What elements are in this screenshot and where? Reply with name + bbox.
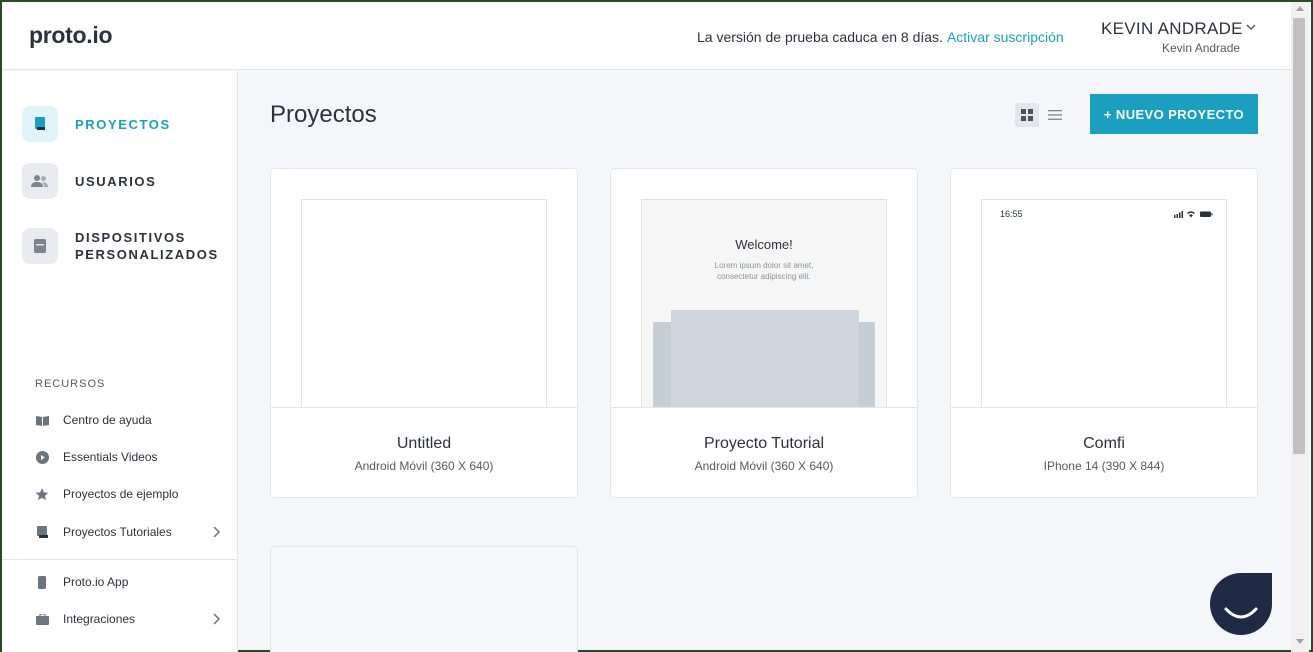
resource-essentials-videos[interactable]: Essentials Videos xyxy=(35,446,225,468)
project-name: Untitled xyxy=(396,435,452,452)
book-icon xyxy=(35,525,49,539)
scroll-up-arrow-icon[interactable] xyxy=(1296,6,1304,11)
briefcase-icon xyxy=(35,612,49,626)
resource-label: Essentials Videos xyxy=(63,450,158,464)
project-device: IPhone 14 (390 X 844) xyxy=(1043,459,1165,473)
sidebar-item-label: USUARIOS xyxy=(75,173,157,189)
list-view-button[interactable] xyxy=(1043,103,1067,127)
resource-tutorial-projects[interactable]: Proyectos Tutoriales xyxy=(35,521,225,543)
preview-title: Welcome! xyxy=(735,237,793,252)
chevron-right-icon xyxy=(213,613,221,625)
project-name: Proyecto Tutorial xyxy=(703,435,825,452)
card-divider xyxy=(951,407,1257,408)
device-icon xyxy=(22,228,58,264)
list-icon xyxy=(1048,110,1062,120)
sidebar: PROYECTOS USUARIOS DISPOSITIVOS PERSONAL… xyxy=(2,71,238,652)
resource-example-projects[interactable]: Proyectos de ejemplo xyxy=(35,483,225,505)
trial-notice: La versión de prueba caduca en 8 días. Ac… xyxy=(697,29,1064,45)
sidebar-divider xyxy=(2,559,238,560)
project-card-placeholder[interactable] xyxy=(270,546,578,652)
chat-widget-button[interactable] xyxy=(1210,573,1272,635)
page-scrollbar[interactable] xyxy=(1291,2,1309,652)
resource-protoio-app[interactable]: Proto.io App xyxy=(35,571,225,593)
trial-text: La versión de prueba caduca en 8 días. xyxy=(697,29,943,45)
grid-view-button[interactable] xyxy=(1015,103,1039,127)
resource-label: Proyectos de ejemplo xyxy=(63,487,179,501)
preview-image-placeholder xyxy=(671,310,859,407)
chevron-right-icon xyxy=(213,526,221,538)
resources-heading: RECURSOS xyxy=(35,378,106,390)
ios-status-icons xyxy=(1174,211,1213,218)
top-header: proto.io La versión de prueba caduca en … xyxy=(2,2,1291,70)
resource-label: Proto.io App xyxy=(63,575,129,589)
project-card-comfi[interactable]: 16:55 Comfi IPhone 14 (390 X 844) xyxy=(950,168,1258,498)
resource-help-center[interactable]: Centro de ayuda xyxy=(35,409,225,431)
chat-smile-icon xyxy=(1224,607,1258,619)
project-preview: Welcome! Lorem ipsum dolor sit amet, con… xyxy=(641,199,887,407)
sidebar-item-usuarios[interactable]: USUARIOS xyxy=(22,163,215,199)
sidebar-item-label: PROYECTOS xyxy=(75,116,171,132)
preview-text: Lorem ipsum dolor sit amet, consectetur … xyxy=(714,261,814,281)
sidebar-item-proyectos[interactable]: PROYECTOS xyxy=(22,106,215,142)
user-menu-name[interactable]: KEVIN ANDRADE xyxy=(1101,19,1243,39)
scrollbar-thumb[interactable] xyxy=(1293,18,1305,454)
resource-label: Centro de ayuda xyxy=(63,413,152,427)
open-book-icon xyxy=(35,413,49,427)
project-preview: 16:55 xyxy=(981,199,1227,407)
chevron-down-icon[interactable] xyxy=(1244,20,1258,34)
users-icon xyxy=(22,163,58,199)
user-account-name: Kevin Andrade xyxy=(1162,41,1241,55)
project-name: Comfi xyxy=(1083,435,1125,452)
grid-icon xyxy=(1021,109,1033,121)
play-icon xyxy=(35,450,49,464)
preview-status-time: 16:55 xyxy=(1000,209,1023,219)
resource-integrations[interactable]: Integraciones xyxy=(35,608,225,630)
activate-subscription-link[interactable]: Activar suscripción xyxy=(947,29,1064,45)
new-project-button[interactable]: + NUEVO PROYECTO xyxy=(1090,94,1258,134)
sidebar-item-dispositivos[interactable]: DISPOSITIVOS PERSONALIZADOS xyxy=(22,228,219,264)
star-icon xyxy=(35,487,49,501)
project-device: Android Móvil (360 X 640) xyxy=(354,459,494,473)
project-card-tutorial[interactable]: Welcome! Lorem ipsum dolor sit amet, con… xyxy=(610,168,918,498)
project-device: Android Móvil (360 X 640) xyxy=(694,459,834,473)
project-card-untitled[interactable]: Untitled Android Móvil (360 X 640) xyxy=(270,168,578,498)
page-title: Proyectos xyxy=(270,101,377,128)
project-preview xyxy=(301,199,547,407)
card-divider xyxy=(611,407,917,408)
scroll-down-arrow-icon[interactable] xyxy=(1296,639,1304,644)
app-logo[interactable]: proto.io xyxy=(29,22,112,49)
card-divider xyxy=(271,407,577,408)
phone-icon xyxy=(35,575,49,589)
book-icon xyxy=(22,106,58,142)
resource-label: Proyectos Tutoriales xyxy=(63,525,172,539)
sidebar-item-label: DISPOSITIVOS PERSONALIZADOS xyxy=(75,230,219,262)
resource-label: Integraciones xyxy=(63,612,136,626)
